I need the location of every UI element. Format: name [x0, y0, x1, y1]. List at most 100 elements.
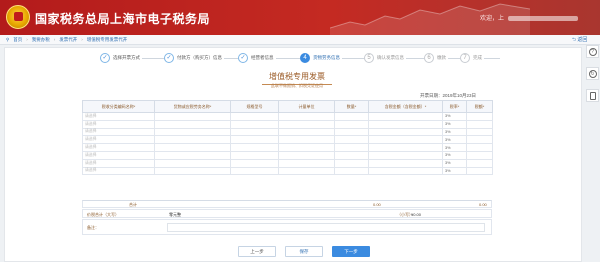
tax-rate-cell[interactable]: 3% — [442, 143, 467, 152]
table-cell[interactable] — [230, 143, 279, 152]
invoice-subtitle: 此联不做报销、扣税凭证使用 — [271, 83, 323, 88]
table-cell[interactable] — [278, 143, 335, 152]
table-cell[interactable] — [368, 143, 443, 152]
tax-rate-cell[interactable]: 3% — [442, 127, 467, 137]
tax-code-select[interactable]: 请选择 — [82, 135, 155, 145]
table-cell[interactable] — [368, 135, 443, 145]
tax-rate-cell[interactable]: 3% — [442, 150, 467, 160]
table-cell[interactable] — [334, 166, 369, 176]
tax-code-select[interactable]: 请选择 — [82, 150, 155, 160]
table-cell[interactable] — [368, 166, 443, 176]
tax-code-select[interactable]: 请选择 — [82, 112, 155, 121]
next-button[interactable]: 下一步 — [332, 246, 370, 257]
user-greeting[interactable]: 欢迎，上 — [480, 13, 579, 22]
table-cell[interactable] — [368, 127, 443, 137]
breadcrumb-item[interactable]: 首页 — [13, 37, 22, 43]
table-row: 请选择 3% — [82, 112, 493, 121]
table-row: 请选择 3% — [82, 135, 493, 145]
progress-steps: ✓ 选择开票方式 ✓ 付款方（购买方）信息 ✓ 经营者信息 4 货物劳务信息 5… — [100, 53, 500, 65]
breadcrumb-separator: › — [26, 37, 28, 42]
emblem-icon — [6, 5, 30, 29]
home-icon[interactable]: ⚲ — [6, 37, 9, 43]
table-cell[interactable] — [334, 158, 369, 168]
column-header: 税率* — [442, 100, 467, 113]
step-1: ✓ 选择开票方式 — [100, 53, 142, 63]
table-cell[interactable] — [466, 143, 493, 152]
table-cell[interactable] — [230, 150, 279, 160]
floating-sidebar: ? ↻ — [586, 45, 600, 109]
step-label: 付款方（购买方）信息 — [177, 55, 222, 60]
step-check-icon: ✓ — [238, 53, 248, 63]
table-cell[interactable] — [154, 150, 231, 160]
tax-rate-cell[interactable]: 3% — [442, 119, 467, 129]
table-cell[interactable] — [278, 112, 335, 121]
table-cell[interactable] — [278, 166, 335, 176]
breadcrumb-item[interactable]: 发票代开 — [59, 37, 77, 43]
tax-code-select[interactable]: 请选择 — [82, 127, 155, 137]
table-cell[interactable] — [230, 119, 279, 129]
table-cell[interactable] — [154, 166, 231, 176]
table-cell[interactable] — [466, 135, 493, 145]
breadcrumb-item[interactable]: 我要办税 — [32, 37, 50, 43]
table-cell[interactable] — [154, 143, 231, 152]
column-header: 数量* — [334, 100, 369, 113]
table-cell[interactable] — [466, 158, 493, 168]
note-input[interactable] — [167, 223, 485, 232]
table-row: 请选择 3% — [82, 158, 493, 168]
prev-button[interactable]: 上一步 — [238, 246, 276, 257]
table-cell[interactable] — [154, 127, 231, 137]
table-cell[interactable] — [230, 135, 279, 145]
breadcrumb-separator: › — [81, 37, 83, 42]
table-cell[interactable] — [278, 135, 335, 145]
table-cell[interactable] — [334, 119, 369, 129]
table-cell[interactable] — [466, 127, 493, 137]
column-header: 税收分类编码名称* — [82, 100, 155, 113]
table-cell[interactable] — [466, 150, 493, 160]
tax-code-select[interactable]: 请选择 — [82, 143, 155, 152]
table-row: 请选择 3% — [82, 166, 493, 176]
table-cell[interactable] — [466, 119, 493, 129]
table-cell[interactable] — [466, 166, 493, 176]
table-cell[interactable] — [154, 119, 231, 129]
tax-rate-cell[interactable]: 3% — [442, 166, 467, 176]
tax-rate-cell[interactable]: 3% — [442, 158, 467, 168]
table-cell[interactable] — [278, 150, 335, 160]
table-cell[interactable] — [230, 112, 279, 121]
save-button[interactable]: 保存 — [285, 246, 323, 257]
breadcrumb-item: 增值税专用发票代开 — [86, 36, 128, 42]
table-cell[interactable] — [230, 166, 279, 176]
tax-code-select[interactable]: 请选择 — [82, 166, 155, 176]
tax-rate-cell[interactable]: 3% — [442, 135, 467, 145]
table-cell[interactable] — [334, 127, 369, 137]
table-cell[interactable] — [278, 127, 335, 137]
refresh-button[interactable]: ↻ — [586, 67, 599, 80]
table-cell[interactable] — [466, 112, 493, 121]
price-tax-total-row: 价税合计（大写） 零元整 （小写） ¥0.00 — [82, 209, 492, 218]
tax-code-select[interactable]: 请选择 — [82, 158, 155, 168]
table-cell[interactable] — [230, 158, 279, 168]
step-check-icon: ✓ — [100, 53, 110, 63]
table-cell[interactable] — [334, 112, 369, 121]
help-button[interactable]: ? — [586, 45, 599, 58]
table-cell[interactable] — [368, 158, 443, 168]
table-cell[interactable] — [334, 135, 369, 145]
totals-label: 合计 — [129, 202, 137, 207]
table-cell[interactable] — [368, 119, 443, 129]
table-row: 请选择 3% — [82, 150, 493, 160]
table-cell[interactable] — [230, 127, 279, 137]
back-button[interactable]: ⮌ 返回 — [572, 36, 587, 45]
totals-tax: 0.00 — [479, 202, 487, 207]
table-cell[interactable] — [334, 143, 369, 152]
tax-code-select[interactable]: 请选择 — [82, 119, 155, 129]
table-cell[interactable] — [154, 135, 231, 145]
table-cell[interactable] — [154, 112, 231, 121]
table-cell[interactable] — [278, 119, 335, 129]
table-cell[interactable] — [334, 150, 369, 160]
table-cell[interactable] — [368, 150, 443, 160]
table-cell[interactable] — [278, 158, 335, 168]
table-cell[interactable] — [368, 112, 443, 121]
document-button[interactable] — [586, 89, 599, 102]
table-cell[interactable] — [154, 158, 231, 168]
tax-rate-cell[interactable]: 3% — [442, 112, 467, 121]
step-2: ✓ 付款方（购买方）信息 — [164, 53, 224, 63]
